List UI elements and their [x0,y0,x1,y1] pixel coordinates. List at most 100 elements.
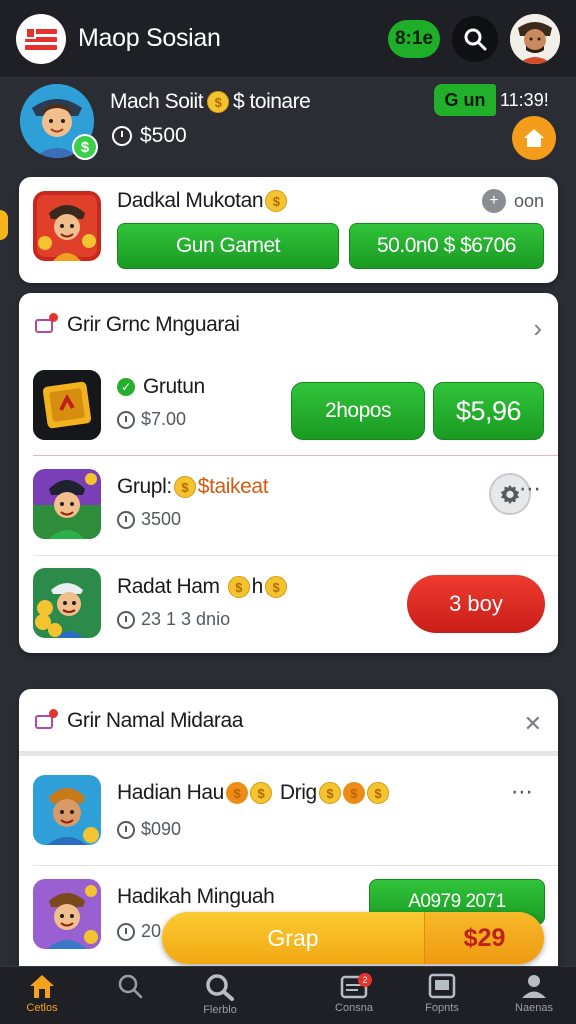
nav-item-profile[interactable]: Naenas [494,973,574,1024]
search-icon [206,974,234,1001]
divider [33,455,558,456]
item-2-title-row: Grupl: $ $taikeat [117,475,269,499]
coin-icon: $ [249,782,272,804]
grab-price[interactable]: $29 [424,912,544,964]
item-3-title-suffix: h [251,575,264,598]
section-2-item-1-title-row: Hadian Hau $ $ Drig $ $ $ [117,781,389,805]
bottom-nav: Cetlos Flerblo 2 Consna Fopnts Naenas [0,966,576,1024]
item-3-sub: 23 1 3 dnio [141,609,231,629]
section-2-header: Grir Namal Midaraa [33,709,243,733]
section-2-title: Grir Namal Midaraa [67,709,244,732]
featured-title: Dadkal Mukotan [117,189,264,212]
status-pill[interactable]: G un [434,84,496,116]
clock-icon [117,410,135,429]
section-2-item-2-thumbnail[interactable] [33,879,101,949]
clock-icon [117,922,135,941]
nav-label-profile: Naenas [515,1002,553,1014]
item-2-sub-row: 3500 [117,509,181,530]
coin-icon: $ [265,190,288,212]
dollar-coin-icon: $ [72,134,98,160]
item-1-price-button[interactable]: $5,96 [433,382,544,440]
divider [33,865,558,866]
chevron-right-icon[interactable]: › [533,313,542,344]
game-character-icon [33,775,101,845]
home-icon [30,975,54,998]
featured-title-row: Dadkal Mukotan $ [117,189,288,213]
featured-count: + oon [481,189,544,213]
coin-icon: $ [318,782,341,804]
header-badge[interactable]: 8:1e [388,20,440,58]
item-1-primary-button[interactable]: 2hopos [291,382,425,440]
flag-icon [25,27,57,51]
nav-item-explore[interactable]: Flerblo [180,973,260,1024]
clock-icon [117,820,135,839]
grab-button[interactable]: Grap [162,912,424,964]
game-character-icon [33,191,101,261]
game-character-icon [33,568,101,638]
grab-bar[interactable]: Grap $29 [162,912,544,964]
buy-button[interactable]: 3 boy [407,575,545,633]
item-2-title-suffix: $taikeat [197,475,269,498]
nav-label-window: Fopnts [425,1002,459,1014]
close-icon[interactable]: ✕ [524,711,542,737]
section-card-1: Grir Grnc Mnguarai › ✓ Grutun $7.00 2hop… [19,293,558,653]
section-2-item-2-sub: 20 [141,921,162,941]
profile-balance: $500 [140,124,187,147]
featured-count-label: oon [513,190,544,211]
user-avatar[interactable] [510,14,560,64]
more-options-icon[interactable]: ⋯ [511,779,534,805]
treasure-map-icon [33,370,101,440]
coin-icon: $ [227,576,250,598]
edit-icon [33,709,58,731]
search-icon [464,28,487,51]
play-game-button[interactable]: Gun Gamet [117,223,339,269]
item-2-thumbnail[interactable] [33,469,101,539]
item-2-title: Grupl: [117,475,172,498]
notification-badge: 2 [358,973,372,987]
item-3-thumbnail[interactable] [33,568,101,638]
status-time: 11:39! [500,90,549,110]
item-3-sub-row: 23 1 3 dnio [117,609,230,630]
nav-item-calendar[interactable]: 2 Consna [314,973,394,1024]
coin-icon: $ [225,782,248,804]
section-2-item-1-thumbnail[interactable] [33,775,101,845]
nav-label-home: Cetlos [26,1002,58,1014]
gear-icon [500,484,520,505]
person-icon [522,975,546,998]
more-options-icon[interactable]: ⋯ [519,476,542,502]
plus-icon[interactable]: + [481,189,506,213]
item-3-title: Radat Ham [117,575,220,598]
section-2-item-2-title: Hadikah Minguah [117,885,275,908]
window-icon [428,973,456,999]
nav-item-window[interactable]: Fopnts [402,973,482,1024]
home-button[interactable] [512,116,556,160]
profile-name-suffix: $ toinare [233,90,311,113]
avatar-icon [510,14,560,64]
coin-icon: $ [366,782,389,804]
side-handle[interactable] [0,210,8,240]
item-1-thumbnail[interactable] [33,370,101,440]
section-2-item-2-title-row: Hadikah Minguah [117,885,275,909]
featured-thumbnail[interactable] [33,191,101,261]
section-2-item-1-title-mid: Drig [279,781,317,804]
top-bar: Maop Sosian 8:1e [0,0,576,78]
app-logo[interactable] [16,14,66,64]
item-1-title: Grutun [143,375,205,398]
item-1-sub: $7.00 [141,409,187,429]
nav-item-search[interactable] [90,973,170,1024]
item-3-title-row: Radat Ham $ h $ [117,575,287,599]
edit-icon [33,313,58,335]
coin-icon: $ [207,91,230,113]
clock-icon [112,126,132,146]
game-character-icon [33,469,101,539]
coin-icon: $ [173,476,196,498]
search-button[interactable] [452,16,498,62]
nav-label-calendar: Consna [335,1002,373,1014]
featured-price-button[interactable]: 50.0n0 $ $6706 [349,223,544,269]
item-1-sub-row: $7.00 [117,409,186,430]
section-2-separator [19,751,558,756]
section-2-item-1-sub: $090 [141,819,182,839]
item-2-sub: 3500 [141,509,182,529]
coin-icon: $ [264,576,287,598]
nav-item-home[interactable]: Cetlos [2,973,82,1024]
